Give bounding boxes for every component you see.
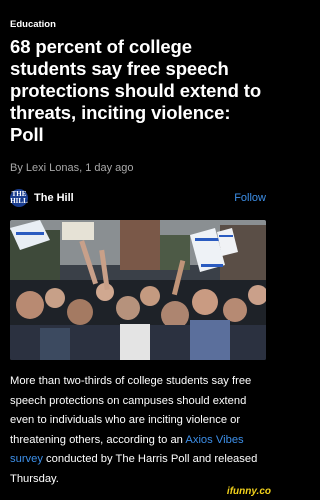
body-text-part2: conducted by The Harris Poll and release… (10, 453, 258, 485)
article-body: More than two-thirds of college students… (10, 372, 266, 489)
source-info[interactable]: THE HILL The Hill (10, 189, 74, 207)
crowd-photo-icon (10, 220, 266, 360)
article-headline[interactable]: 68 percent of college students say free … (10, 36, 268, 146)
follow-button[interactable]: Follow (234, 192, 266, 204)
logo-text: THE HILL (10, 190, 28, 205)
the-hill-logo[interactable]: THE HILL (10, 189, 28, 207)
article-page: Education 68 percent of college students… (0, 0, 275, 500)
hero-image[interactable] (10, 220, 266, 360)
category-label[interactable]: Education (10, 19, 56, 30)
article-byline: By Lexi Lonas, 1 day ago (10, 162, 134, 174)
source-row: THE HILL The Hill Follow (10, 187, 266, 209)
ifunny-watermark: ifunny.co (226, 486, 271, 497)
source-name[interactable]: The Hill (34, 192, 74, 204)
